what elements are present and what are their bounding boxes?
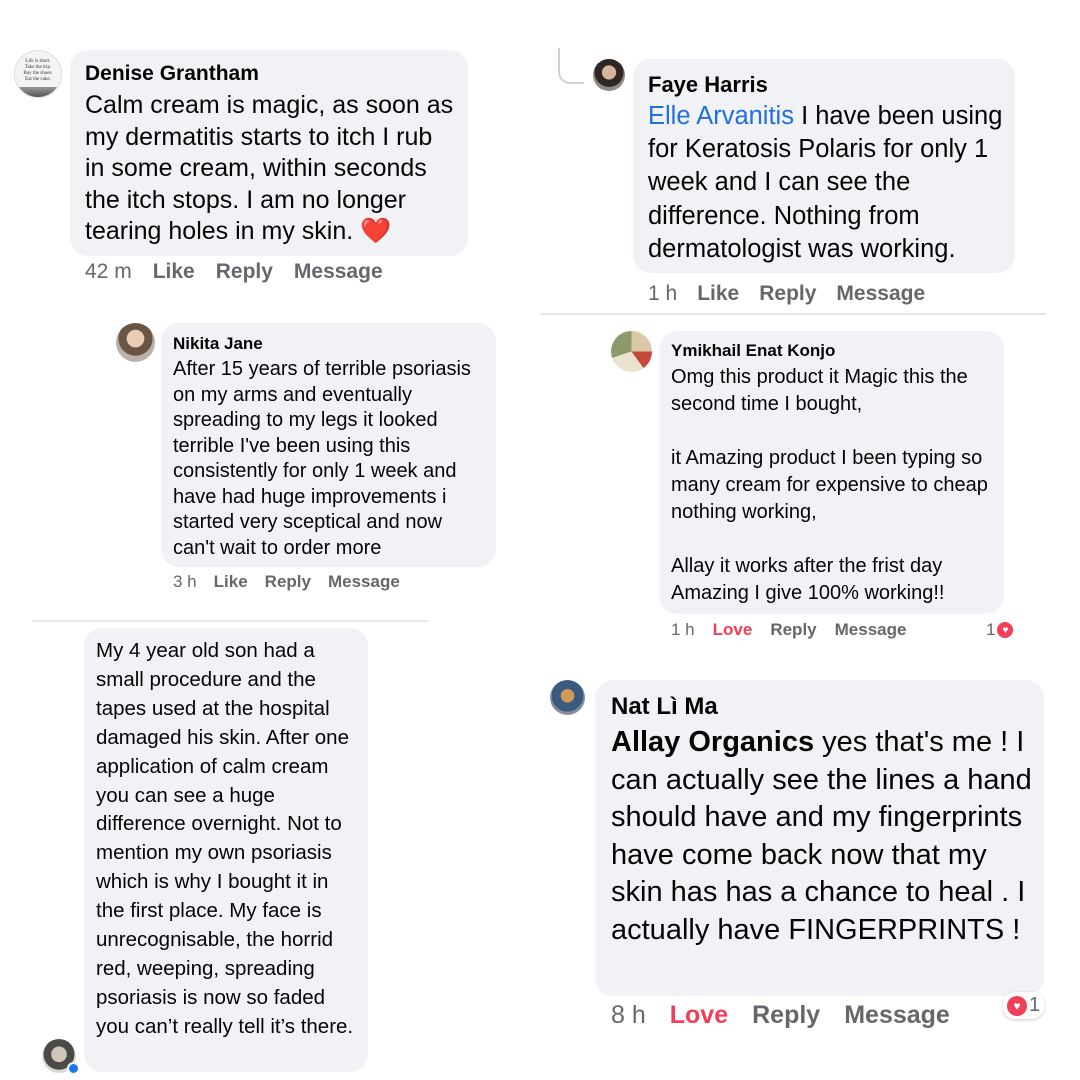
comment-author[interactable]: Ymikhail Enat Konjo [671,341,994,361]
love-reaction-button[interactable]: Love [713,620,753,640]
comment-bubble-faye: Faye Harris Elle Arvanitis I have been u… [633,59,1015,273]
comment-actions-faye: 1 h Like Reply Message [648,282,925,306]
comment-timestamp[interactable]: 1 h [648,282,677,306]
comment-text: Omg this product it Magic this the secon… [671,366,988,604]
section-divider-left [32,620,428,622]
comment-text: Calm cream is magic, as soon as my derma… [85,91,454,245]
comment-timestamp[interactable]: 42 m [85,260,132,284]
avatar-photo-strip [15,87,61,97]
comment-author[interactable]: Nat Lì Ma [611,693,1034,721]
reply-button[interactable]: Reply [216,260,273,284]
comment-author[interactable]: Faye Harris [648,72,1003,97]
section-divider-right [540,313,1046,315]
heart-icon: ♥ [997,622,1014,638]
like-button[interactable]: Like [153,260,195,284]
message-button[interactable]: Message [835,620,907,640]
message-button[interactable]: Message [844,1001,950,1030]
comment-timestamp[interactable]: 3 h [173,572,197,592]
reaction-count: 1 [1029,994,1041,1016]
avatar-nikita-jane[interactable] [116,323,155,362]
comment-bubble-son: My 4 year old son had a small procedure … [84,628,368,1072]
comment-author[interactable]: Denise Grantham [85,62,454,86]
comment-author[interactable]: Nikita Jane [173,334,486,354]
reply-button[interactable]: Reply [770,620,816,640]
comment-bubble-nat: Nat Lì Ma Allay Organics yes that's me !… [595,680,1044,996]
message-button[interactable]: Message [836,282,925,306]
comment-timestamp[interactable]: 8 h [611,1001,646,1030]
reaction-count-ymikhail[interactable]: 1 ♥ [986,620,1014,640]
reaction-count-nat[interactable]: ♥ 1 [1003,992,1045,1019]
reaction-count: 1 [986,620,996,639]
reply-button[interactable]: Reply [759,282,816,306]
comment-timestamp[interactable]: 1 h [671,620,695,640]
comment-actions-nikita: 3 h Like Reply Message [173,572,400,592]
comment-actions-nat: 8 h Love Reply Message [611,1001,950,1030]
avatar-ymikhail-enat-konjo[interactable] [611,331,652,372]
comment-bubble-ymikhail: Ymikhail Enat Konjo Omg this product it … [659,331,1004,614]
avatar-faye-harris[interactable] [593,59,625,91]
messenger-badge-icon [67,1062,80,1075]
heart-icon: ♥ [1007,995,1027,1016]
mention-link[interactable]: Allay Organics [611,726,814,758]
comment-text: Allay Organics yes that's me ! I can act… [611,726,1032,946]
comment-actions-ymikhail: 1 h Love Reply Message [671,620,906,640]
like-button[interactable]: Like [697,282,739,306]
message-button[interactable]: Message [294,260,383,284]
avatar-denise-grantham[interactable]: Life is short. Take the trip. Buy the sh… [14,50,62,98]
avatar-quote-text: Life is short. Take the trip. Buy the sh… [23,59,53,82]
reply-thread-line [558,48,584,84]
mention-link[interactable]: Elle Arvanitis [648,102,794,130]
heart-icon: ❤️ [360,217,392,245]
comment-actions-denise: 42 m Like Reply Message [85,260,383,284]
comment-bubble-denise: Denise Grantham Calm cream is magic, as … [70,50,468,256]
like-button[interactable]: Like [214,572,248,592]
avatar-nat-li-ma[interactable] [550,680,585,715]
comment-text: My 4 year old son had a small procedure … [96,639,354,1038]
avatar-son-commenter[interactable] [42,1039,80,1075]
comment-text: After 15 years of terrible psoriasis on … [173,358,471,559]
comment-text: Elle Arvanitis I have been using for Ker… [648,102,1003,263]
reply-button[interactable]: Reply [752,1001,820,1030]
message-button[interactable]: Message [328,572,400,592]
reply-button[interactable]: Reply [265,572,311,592]
comment-bubble-nikita: Nikita Jane After 15 years of terrible p… [161,323,496,567]
love-reaction-button[interactable]: Love [670,1001,728,1030]
